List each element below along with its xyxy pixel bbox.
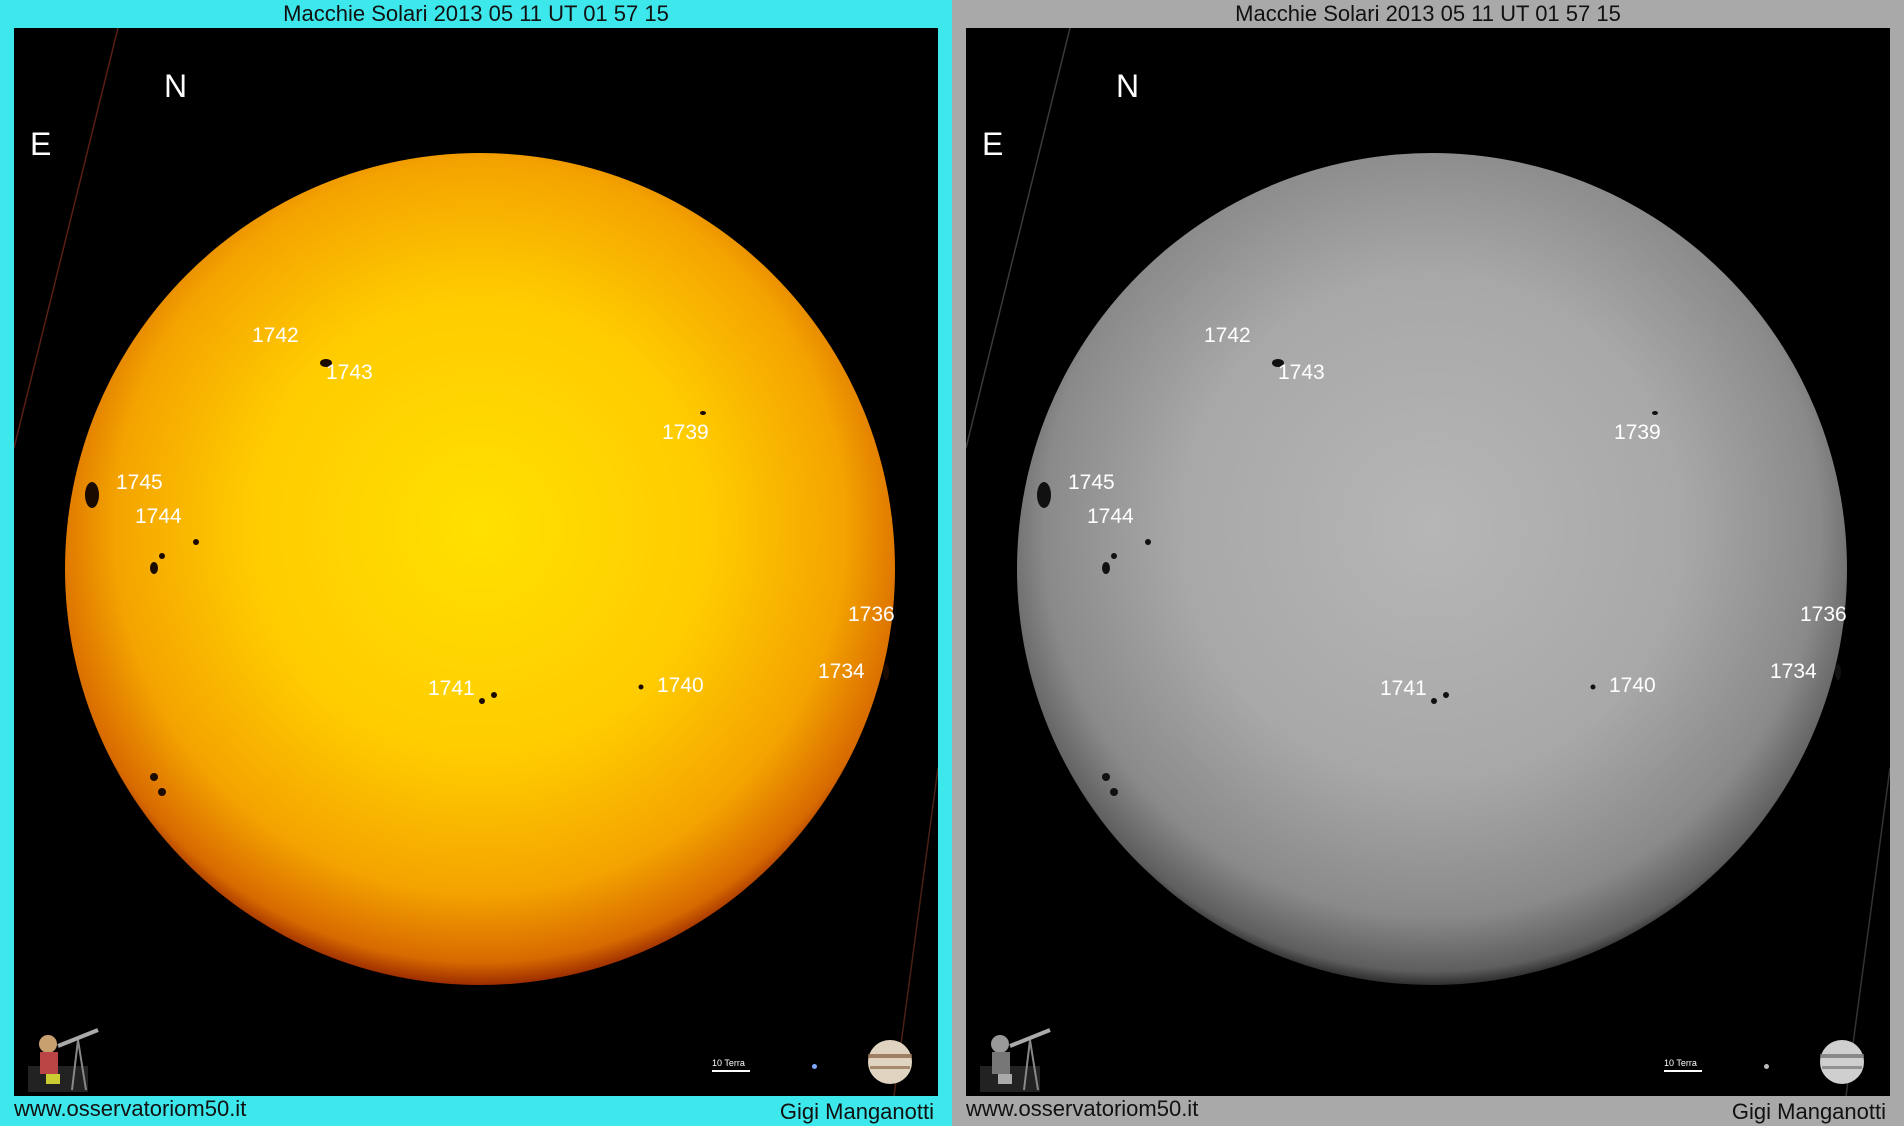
sunspot-label: 1736	[848, 603, 895, 626]
scale-label: 10 Terra	[1664, 1058, 1697, 1068]
north-label: N	[164, 68, 188, 104]
sunspot-label: 1739	[662, 421, 709, 444]
sunspot-label: 1741	[1380, 677, 1427, 700]
author-credit: Gigi Manganotti	[1731, 1099, 1886, 1124]
scale-bar	[1664, 1070, 1702, 1072]
scale-label: 10 Terra	[712, 1058, 745, 1068]
website-link[interactable]: www.osservatoriom50.it	[966, 1096, 1198, 1122]
east-label: E	[982, 126, 1004, 162]
earth-dot-icon	[812, 1064, 817, 1069]
sunspot-label: 1734	[1770, 660, 1817, 683]
sunspot-label: 1744	[1087, 505, 1134, 528]
sun-image-frame: N E 1742 1743 1739 1745 1744 1736 1734 1…	[966, 28, 1890, 1096]
sunspot-label: 1741	[428, 677, 475, 700]
sunspot-label: 1736	[1800, 603, 1847, 626]
sunspot-label: 1745	[1068, 471, 1115, 494]
author-credit: Gigi Manganotti	[779, 1099, 934, 1124]
sunspot-label: 1742	[1204, 324, 1251, 347]
sunspot-label: 1745	[116, 471, 163, 494]
sun-image	[14, 28, 938, 1096]
east-label: E	[30, 126, 52, 162]
scale-bar	[712, 1070, 750, 1072]
sunspot-label: 1742	[252, 324, 299, 347]
sunspot-label: 1740	[657, 674, 704, 697]
panel-title: Macchie Solari 2013 05 11 UT 01 57 15	[1235, 1, 1621, 26]
sunspot-label: 1740	[1609, 674, 1656, 697]
sunspot-label: 1743	[326, 361, 373, 384]
sunspot-label: 1743	[1278, 361, 1325, 384]
panel-title: Macchie Solari 2013 05 11 UT 01 57 15	[283, 1, 669, 26]
sun-disk	[65, 153, 895, 985]
color-panel: Macchie Solari 2013 05 11 UT 01 57 15 N …	[0, 0, 952, 1126]
sun-image	[966, 28, 1890, 1096]
sun-disk	[1017, 153, 1847, 985]
sun-image-frame: N E 1742 1743 1739 1745 1744 1736 1734 1…	[14, 28, 938, 1096]
sunspot-label: 1734	[818, 660, 865, 683]
north-label: N	[1116, 68, 1140, 104]
website-link[interactable]: www.osservatoriom50.it	[14, 1096, 246, 1122]
sunspot-label: 1739	[1614, 421, 1661, 444]
grayscale-panel: Macchie Solari 2013 05 11 UT 01 57 15 N …	[952, 0, 1904, 1126]
earth-dot-icon	[1764, 1064, 1769, 1069]
sunspot-label: 1744	[135, 505, 182, 528]
